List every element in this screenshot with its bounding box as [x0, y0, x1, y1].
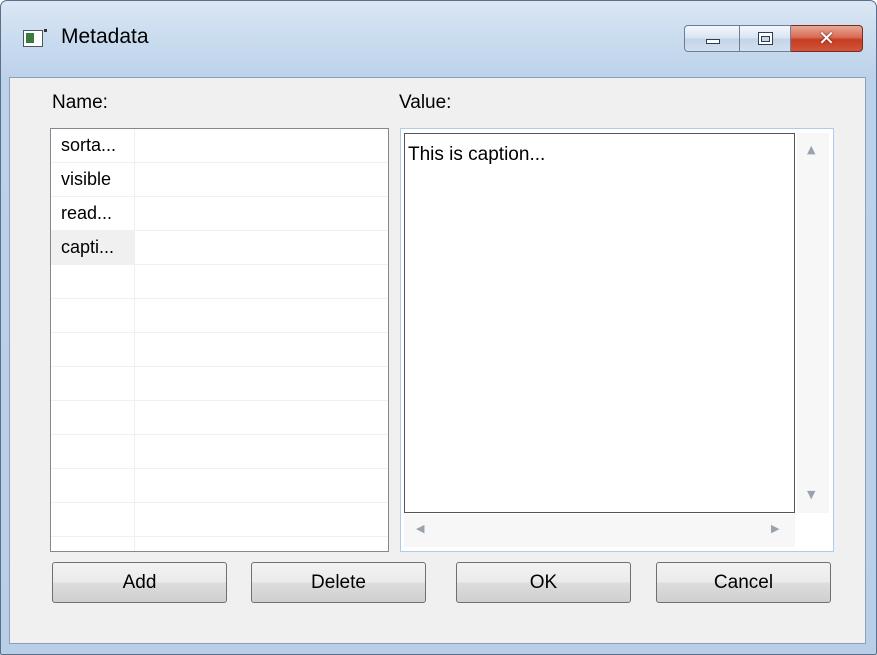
scroll-down-icon[interactable]: ▼	[807, 488, 815, 501]
add-button[interactable]: Add	[52, 562, 227, 603]
empty-cell	[51, 503, 135, 536]
minimize-icon	[706, 39, 720, 44]
scroll-left-icon[interactable]: ◀	[416, 522, 424, 535]
empty-row[interactable]	[51, 503, 388, 537]
empty-row[interactable]	[51, 333, 388, 367]
close-icon: ✕	[818, 26, 835, 50]
minimize-button[interactable]	[684, 25, 740, 52]
empty-row[interactable]	[51, 265, 388, 299]
value-label: Value:	[399, 92, 452, 113]
empty-cell	[51, 367, 135, 400]
empty-cell	[51, 469, 135, 502]
empty-row[interactable]	[51, 299, 388, 333]
ok-button[interactable]: OK	[456, 562, 631, 603]
delete-button[interactable]: Delete	[251, 562, 426, 603]
value-panel: This is caption... ▲ ▼ ◀ ▶	[400, 128, 834, 552]
scroll-right-icon[interactable]: ▶	[771, 522, 779, 535]
list-item[interactable]: visible	[51, 163, 388, 197]
list-item[interactable]: sorta...	[51, 129, 388, 163]
list-item-selected[interactable]: capti...	[51, 231, 388, 265]
maximize-icon	[758, 32, 773, 45]
list-item[interactable]: read...	[51, 197, 388, 231]
scroll-up-icon[interactable]: ▲	[807, 143, 815, 156]
empty-cell	[51, 401, 135, 434]
empty-row[interactable]	[51, 367, 388, 401]
name-cell: read...	[51, 197, 135, 230]
name-cell: visible	[51, 163, 135, 196]
cancel-button[interactable]: Cancel	[656, 562, 831, 603]
name-label: Name:	[52, 92, 108, 113]
empty-cell	[51, 265, 135, 298]
empty-cell	[51, 299, 135, 332]
name-cell: sorta...	[51, 129, 135, 162]
name-cell: capti...	[51, 231, 135, 264]
empty-cell	[51, 537, 135, 551]
empty-cell	[51, 333, 135, 366]
vertical-scrollbar[interactable]: ▲ ▼	[797, 133, 829, 513]
name-list[interactable]: sorta... visible read... capti...	[50, 128, 389, 552]
maximize-button[interactable]	[740, 25, 791, 52]
empty-row[interactable]	[51, 537, 388, 551]
empty-row[interactable]	[51, 435, 388, 469]
value-textarea[interactable]: This is caption...	[404, 133, 795, 513]
empty-cell	[51, 435, 135, 468]
metadata-dialog: Metadata ✕ Name: Value: sorta... visible…	[0, 0, 877, 655]
horizontal-scrollbar[interactable]: ◀ ▶	[404, 514, 795, 547]
empty-row[interactable]	[51, 401, 388, 435]
close-button[interactable]: ✕	[791, 25, 863, 52]
dialog-body: Name: Value: sorta... visible read... ca…	[9, 77, 866, 644]
empty-row[interactable]	[51, 469, 388, 503]
app-window-icon	[23, 29, 47, 47]
window-title: Metadata	[61, 25, 149, 48]
title-bar[interactable]: Metadata ✕	[1, 1, 876, 77]
